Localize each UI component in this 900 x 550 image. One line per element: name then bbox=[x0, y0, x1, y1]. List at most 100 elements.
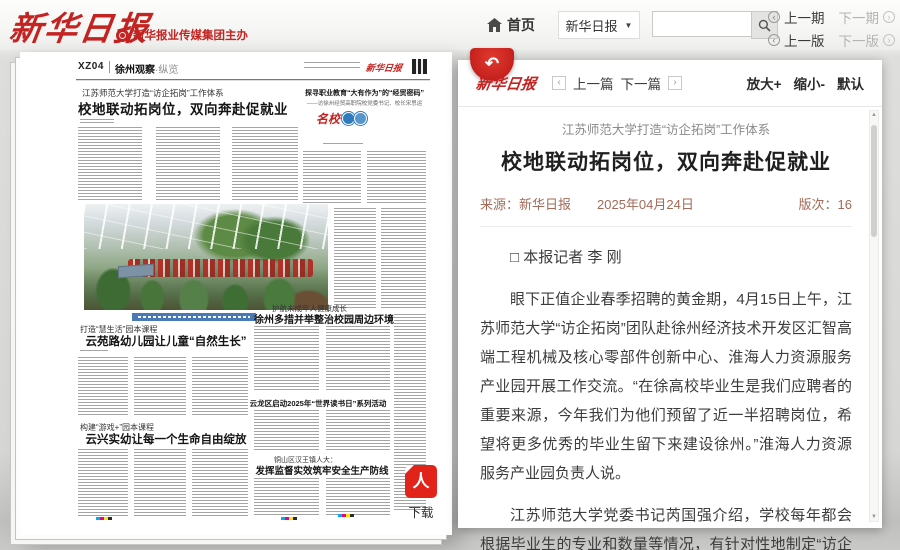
folded-corner bbox=[405, 465, 414, 474]
back-arrow-icon: ↶ bbox=[485, 55, 499, 72]
pdf-download-button[interactable]: 人 bbox=[405, 465, 437, 498]
zoom-default-button[interactable]: 默认 bbox=[837, 73, 864, 93]
next-article-button[interactable]: 下一篇 bbox=[621, 73, 662, 93]
article-kicker: 江苏师范大学打造“访企拓岗”工作体系 bbox=[480, 119, 852, 138]
prev-page-label: 上一版 bbox=[784, 30, 825, 50]
photo-caption-bar bbox=[132, 313, 256, 321]
home-link[interactable]: 首页 bbox=[487, 15, 535, 35]
article-nav: ‹ 上一篇 下一篇 › bbox=[552, 73, 682, 93]
pdf-icon: 人 bbox=[413, 473, 430, 490]
text-placeholder bbox=[78, 357, 128, 417]
byline-placeholder bbox=[323, 143, 363, 146]
byline-placeholder bbox=[80, 119, 114, 123]
home-icon bbox=[487, 18, 502, 32]
app-window: 新华日报 新华报业传媒集团主办 首页 新华日报 ▼ ‹ 上一期 下一期 bbox=[0, 0, 900, 550]
article-subtitle: ——访徐州经贸高职院校党委书记、校长宋思运 bbox=[303, 99, 426, 107]
paper-select-dropdown[interactable]: 新华日报 ▼ bbox=[558, 11, 640, 39]
text-placeholder bbox=[326, 326, 390, 390]
page-code: XZ04 bbox=[78, 61, 104, 72]
print-registration-marks bbox=[96, 517, 112, 520]
circle-right-icon: › bbox=[883, 11, 895, 23]
circle-left-icon: ‹ bbox=[768, 34, 780, 46]
text-placeholder bbox=[254, 326, 319, 390]
next-issue-label: 下一期 bbox=[839, 7, 880, 27]
text-placeholder bbox=[304, 67, 360, 70]
circle-left-icon: ‹ bbox=[768, 11, 780, 23]
circle-right-icon: › bbox=[883, 34, 895, 46]
scroll-up-icon[interactable]: ▲ bbox=[870, 111, 878, 119]
scroll-down-icon[interactable]: ▼ bbox=[870, 513, 878, 521]
article-title: 校地联动拓岗位，双向奔赴促就业 bbox=[480, 146, 852, 176]
article-headline[interactable]: 云苑路幼儿园让儿童“自然生长” bbox=[78, 333, 254, 349]
edition-number: 版次：16 bbox=[799, 194, 852, 213]
source-label: 来源：新华日报 bbox=[480, 194, 571, 213]
article-reader-panel: ↶ 新华日报 ‹ 上一篇 下一篇 › 放大+ 缩小- 默认 江苏师范大学打造“访… bbox=[458, 60, 882, 528]
next-issue-button[interactable]: 下一期 › bbox=[839, 7, 896, 27]
article-meta: 来源：新华日报 2025年04月24日 版次：16 bbox=[480, 194, 852, 227]
greenhouse-photo[interactable] bbox=[84, 204, 328, 310]
text-placeholder bbox=[326, 410, 390, 450]
reader-body: 江苏师范大学打造“访企拓岗”工作体系 校地联动拓岗位，双向奔赴促就业 来源：新华… bbox=[458, 107, 882, 550]
scrollbar-thumb[interactable] bbox=[871, 125, 877, 237]
text-placeholder bbox=[381, 208, 426, 308]
sponsor-text: 新华报业传媒集团主办 bbox=[133, 27, 248, 43]
text-placeholder bbox=[303, 151, 361, 203]
article-paragraph: 江苏师范大学党委书记芮国强介绍，学校每年都会根据毕业生的专业和数量等情况，有针对… bbox=[480, 501, 852, 550]
text-placeholder bbox=[134, 357, 186, 417]
text-placeholder bbox=[367, 151, 426, 203]
next-page-button[interactable]: 下一版 › bbox=[839, 30, 896, 50]
text-placeholder bbox=[192, 357, 248, 417]
page-masthead-small: 新华日报 bbox=[365, 61, 403, 74]
qr-code bbox=[412, 59, 427, 74]
chevron-down-icon: ▼ bbox=[625, 21, 633, 30]
divider bbox=[109, 61, 110, 73]
print-registration-marks bbox=[338, 514, 354, 517]
sponsor-line: 新华报业传媒集团主办 bbox=[116, 27, 248, 43]
article-headline[interactable]: 云龙区启动2025年“世界读书日”系列活动 bbox=[244, 398, 392, 409]
article-text: □ 本报记者 李 刚 眼下正值企业春季招聘的黄金期，4月15日上午，江苏师范大学… bbox=[480, 243, 852, 550]
top-bar: 新华日报 新华报业传媒集团主办 首页 新华日报 ▼ ‹ 上一期 下一期 bbox=[0, 0, 900, 50]
zoom-in-button[interactable]: 放大+ bbox=[747, 73, 782, 93]
article-byline: □ 本报记者 李 刚 bbox=[480, 243, 852, 272]
text-placeholder bbox=[326, 478, 390, 516]
newspaper-page: XZ04 徐州观察·纵览 新华日报 江苏师范大学打造“访企拓岗”工作体系 校地联… bbox=[76, 58, 430, 520]
print-registration-marks bbox=[281, 517, 297, 520]
article-paragraph: 眼下正值企业春季招聘的黄金期，4月15日上午，江苏师范大学“访企拓岗”团队赴徐州… bbox=[480, 285, 852, 488]
section-title: 徐州观察·纵览 bbox=[115, 61, 178, 76]
reader-header: 新华日报 ‹ 上一篇 下一篇 › 放大+ 缩小- 默认 bbox=[458, 60, 882, 107]
prev-issue-label: 上一期 bbox=[784, 7, 825, 27]
prev-issue-button[interactable]: ‹ 上一期 bbox=[768, 7, 825, 27]
article-headline[interactable]: 校地联动拓岗位，双向奔赴促就业 bbox=[78, 98, 288, 118]
paper-select-value: 新华日报 bbox=[566, 16, 618, 35]
header-rule bbox=[76, 79, 430, 81]
text-placeholder bbox=[232, 127, 298, 202]
text-placeholder bbox=[134, 449, 186, 516]
text-placeholder bbox=[156, 127, 220, 202]
reader-masthead-logo: 新华日报 bbox=[475, 73, 538, 94]
brand-circle-icon bbox=[354, 112, 367, 125]
search-input[interactable] bbox=[652, 11, 751, 37]
prev-article-icon[interactable]: ‹ bbox=[552, 76, 566, 90]
group-seal-icon bbox=[116, 29, 129, 42]
text-placeholder bbox=[304, 62, 360, 65]
next-page-label: 下一版 bbox=[839, 30, 880, 50]
zoom-out-button[interactable]: 缩小- bbox=[794, 73, 826, 93]
newspaper-page-sheet[interactable]: XZ04 徐州观察·纵览 新华日报 江苏师范大学打造“访企拓岗”工作体系 校地联… bbox=[20, 52, 452, 535]
article-headline[interactable]: 发挥监督实效筑牢安全生产防线 bbox=[254, 463, 390, 477]
text-placeholder bbox=[192, 449, 248, 516]
pdf-download-label[interactable]: 下载 bbox=[398, 502, 444, 521]
next-article-icon[interactable]: › bbox=[668, 76, 682, 90]
prev-page-button[interactable]: ‹ 上一版 bbox=[768, 30, 825, 50]
brand-text: 名校 bbox=[316, 110, 340, 127]
text-placeholder bbox=[78, 127, 142, 202]
article-headline[interactable]: 徐州多措并举整治校园周边环境 bbox=[254, 311, 390, 326]
text-placeholder bbox=[254, 410, 319, 450]
publish-date: 2025年04月24日 bbox=[597, 194, 694, 213]
search-box bbox=[652, 11, 778, 39]
article-headline[interactable]: 探寻职业教育“大有作为”的“经贸密码” bbox=[303, 88, 426, 98]
scrollbar[interactable]: ▲ ▼ bbox=[869, 110, 879, 522]
issue-page-nav: ‹ 上一期 下一期 › ‹ 上一版 下一版 › bbox=[768, 7, 895, 50]
prev-article-button[interactable]: 上一篇 bbox=[573, 73, 614, 93]
text-placeholder bbox=[334, 208, 376, 308]
article-headline[interactable]: 云兴实幼让每一个生命自由绽放 bbox=[78, 431, 254, 447]
